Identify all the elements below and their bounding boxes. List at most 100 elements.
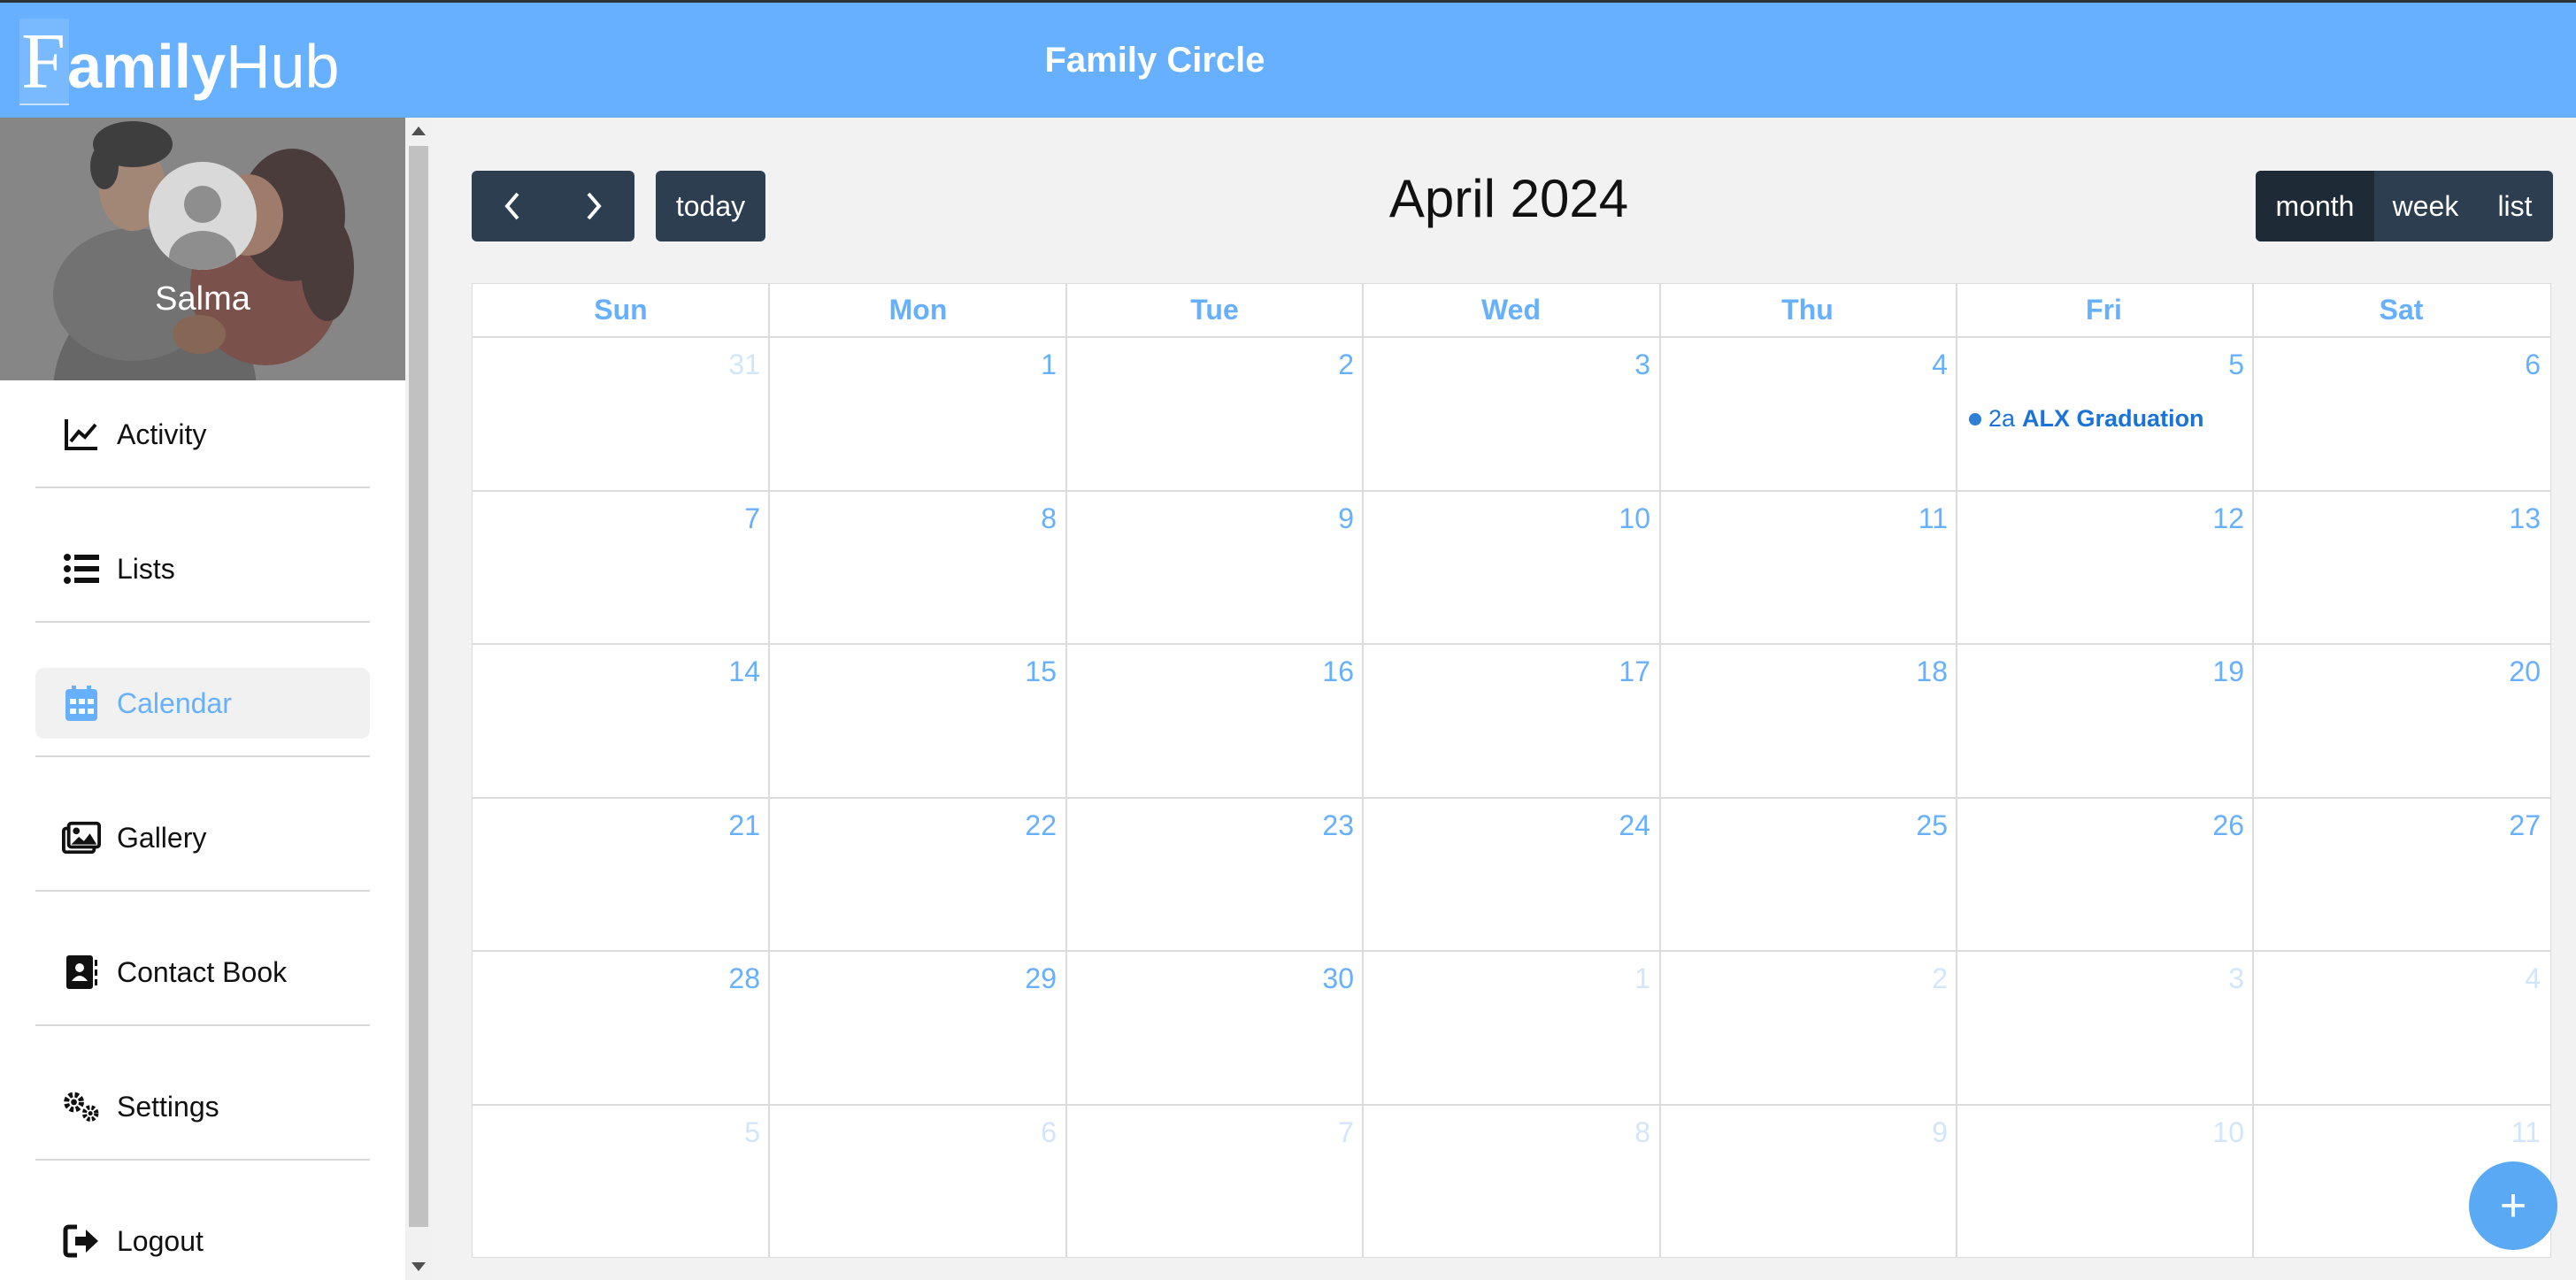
day-number[interactable]: 1 (769, 349, 1057, 381)
day-number[interactable]: 3 (1363, 349, 1650, 381)
chevron-right-icon (587, 192, 602, 220)
scroll-down-arrow-icon[interactable] (411, 1262, 426, 1271)
day-number[interactable]: 2 (1660, 962, 1948, 995)
nav-divider (35, 621, 370, 623)
prev-button[interactable] (472, 171, 553, 241)
weekday-sun: Sun (594, 294, 648, 326)
nav-label-contact-book: Contact Book (117, 955, 288, 988)
nav-label-calendar: Calendar (117, 686, 232, 719)
day-number[interactable]: 11 (2253, 1116, 2541, 1149)
day-number[interactable]: 25 (1660, 809, 1948, 842)
logo-hub-text: Hub (226, 32, 340, 101)
day-number[interactable]: 3 (1957, 962, 2244, 995)
day-number[interactable]: 21 (473, 809, 760, 842)
view-week-button[interactable]: week (2374, 171, 2477, 241)
weekday-sat: Sat (2379, 294, 2424, 326)
day-number[interactable]: 7 (473, 502, 760, 535)
nav-label-logout: Logout (117, 1224, 204, 1257)
day-number[interactable]: 4 (1660, 349, 1948, 381)
weekday-fri: Fri (2086, 294, 2122, 326)
day-number[interactable]: 24 (1363, 809, 1650, 842)
next-button[interactable] (553, 171, 634, 241)
nav-item-lists[interactable]: Lists (35, 533, 370, 604)
view-list-button[interactable]: list (2477, 171, 2553, 241)
day-number[interactable]: 13 (2253, 502, 2541, 535)
day-number[interactable]: 18 (1660, 655, 1948, 688)
day-number[interactable]: 23 (1066, 809, 1354, 842)
nav-label-gallery: Gallery (117, 821, 207, 854)
weekday-thu: Thu (1781, 294, 1834, 326)
day-number[interactable]: 8 (769, 502, 1057, 535)
sidebar-scrollbar[interactable] (405, 118, 432, 1280)
grid-column-divider (2252, 284, 2254, 1257)
avatar[interactable] (149, 162, 257, 270)
day-number[interactable]: 19 (1957, 655, 2244, 688)
day-number[interactable]: 7 (1066, 1116, 1354, 1149)
profile-name: Salma (155, 280, 250, 318)
today-button[interactable]: today (656, 171, 765, 241)
nav-divider (35, 1159, 370, 1161)
day-number[interactable]: 20 (2253, 655, 2541, 688)
grid-row-divider (473, 797, 2550, 799)
logo-letter: F (19, 18, 70, 105)
day-number[interactable]: 2 (1066, 349, 1354, 381)
day-number[interactable]: 5 (473, 1116, 760, 1149)
day-number[interactable]: 27 (2253, 809, 2541, 842)
day-number[interactable]: 1 (1363, 962, 1650, 995)
day-number[interactable]: 6 (769, 1116, 1057, 1149)
day-number[interactable]: 6 (2253, 349, 2541, 381)
day-number[interactable]: 26 (1957, 809, 2244, 842)
plus-icon: + (2499, 1180, 2527, 1231)
scroll-thumb[interactable] (409, 146, 428, 1227)
day-number[interactable]: 30 (1066, 962, 1354, 995)
nav-item-logout[interactable]: Logout (35, 1206, 370, 1276)
logo-family-text: amily (67, 32, 227, 101)
sidebar: Salma Activity Lists Calendar Gallery Co… (0, 118, 405, 1280)
scroll-up-arrow-icon[interactable] (411, 126, 426, 135)
day-number[interactable]: 10 (1363, 502, 1650, 535)
chart-line-icon (62, 415, 101, 454)
day-number[interactable]: 15 (769, 655, 1057, 688)
calendar-title: April 2024 (1388, 169, 1629, 228)
images-icon (62, 818, 101, 857)
nav-item-gallery[interactable]: Gallery (35, 802, 370, 873)
nav-divider (35, 487, 370, 488)
calendar-event[interactable]: 2a ALX Graduation (1969, 405, 2204, 433)
nav-item-settings[interactable]: Settings (35, 1071, 370, 1142)
app-logo[interactable]: F amily Hub (19, 18, 340, 111)
weekday-tue: Tue (1190, 294, 1239, 326)
grid-column-divider (768, 284, 770, 1257)
nav-item-calendar[interactable]: Calendar (35, 668, 370, 739)
view-month-button[interactable]: month (2256, 171, 2374, 241)
day-number[interactable]: 17 (1363, 655, 1650, 688)
day-number[interactable]: 5 (1957, 349, 2244, 381)
day-number[interactable]: 31 (473, 349, 760, 381)
grid-row-divider (473, 950, 2550, 952)
nav-item-activity[interactable]: Activity (35, 399, 370, 470)
nav-divider (35, 755, 370, 757)
day-number[interactable]: 12 (1957, 502, 2244, 535)
add-event-button[interactable]: + (2469, 1161, 2557, 1250)
day-number[interactable]: 4 (2253, 962, 2541, 995)
nav-divider (35, 890, 370, 892)
grid-row-divider (473, 643, 2550, 645)
gears-icon (62, 1087, 101, 1126)
day-number[interactable]: 29 (769, 962, 1057, 995)
day-number[interactable]: 9 (1660, 1116, 1948, 1149)
day-number[interactable]: 9 (1066, 502, 1354, 535)
day-number[interactable]: 28 (473, 962, 760, 995)
day-number[interactable]: 10 (1957, 1116, 2244, 1149)
day-number[interactable]: 16 (1066, 655, 1354, 688)
month-grid: Sun Mon Tue Wed Thu Fri Sat 31 1 2 3 4 5 6 7 8 9 1… (472, 283, 2551, 1258)
prev-next-group (472, 171, 634, 241)
day-number[interactable]: 14 (473, 655, 760, 688)
nav-item-contact-book[interactable]: Contact Book (35, 937, 370, 1008)
address-book-icon (62, 953, 101, 992)
list-icon (62, 549, 101, 588)
day-number[interactable]: 22 (769, 809, 1057, 842)
day-number[interactable]: 8 (1363, 1116, 1650, 1149)
nav-label-lists: Lists (117, 552, 175, 585)
day-number[interactable]: 11 (1660, 502, 1948, 535)
calendar-icon (62, 684, 101, 723)
nav-divider (35, 1024, 370, 1026)
